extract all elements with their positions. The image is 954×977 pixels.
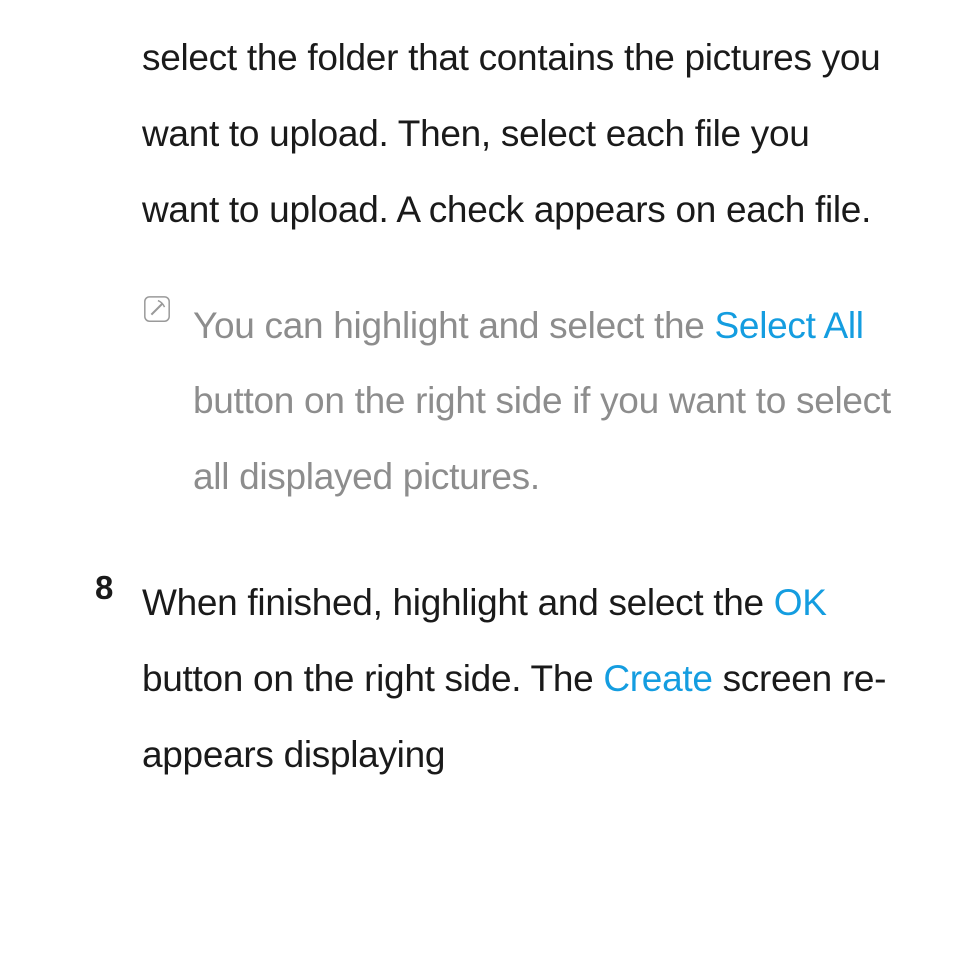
select-all-label: Select All: [715, 305, 864, 346]
note-text: You can highlight and select the Select …: [193, 288, 910, 516]
step-part2: button on the right side. The: [142, 658, 603, 699]
note-block: You can highlight and select the Select …: [142, 288, 910, 516]
note-icon: [142, 294, 172, 329]
note-part1: You can highlight and select the: [193, 305, 715, 346]
step-8-block: 8 When finished, highlight and select th…: [95, 565, 906, 793]
ok-label: OK: [774, 582, 827, 623]
step-part1: When finished, highlight and select the: [142, 582, 774, 623]
create-label: Create: [603, 658, 712, 699]
instruction-paragraph: select the folder that contains the pict…: [142, 20, 894, 248]
note-part2: button on the right side if you want to …: [193, 380, 891, 497]
step-number: 8: [95, 569, 113, 607]
step-text: When finished, highlight and select the …: [142, 565, 906, 793]
